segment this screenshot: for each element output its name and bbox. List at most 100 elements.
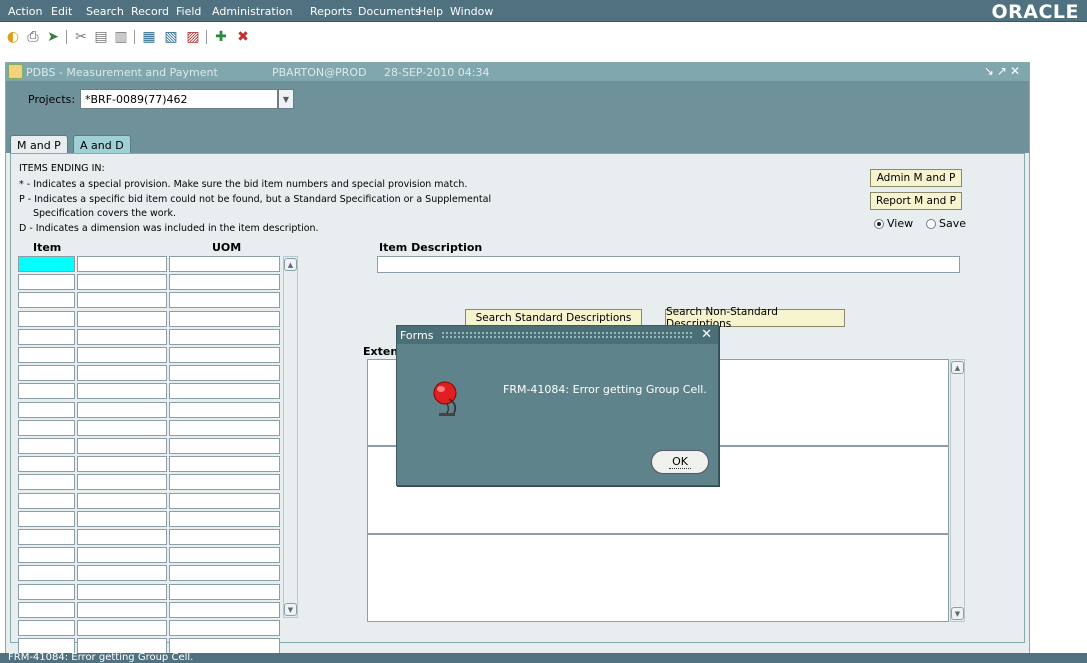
- item-detail-cell[interactable]: [77, 510, 167, 527]
- uom-cell[interactable]: [169, 419, 280, 436]
- item-cell[interactable]: [18, 529, 75, 545]
- projects-dropdown-button[interactable]: ▼: [278, 89, 294, 109]
- menu-edit[interactable]: Edit: [51, 5, 72, 18]
- item-cell[interactable]: [18, 547, 75, 564]
- item-detail-cell[interactable]: [77, 620, 167, 636]
- minimize-icon[interactable]: ↘: [984, 64, 997, 78]
- item-detail-cell[interactable]: [77, 638, 167, 655]
- menu-administration[interactable]: Administration: [212, 5, 293, 18]
- print-icon[interactable]: ⎙: [24, 28, 42, 46]
- items-grid-scrollbar[interactable]: ▲ ▼: [283, 256, 298, 618]
- uom-cell[interactable]: [169, 310, 280, 327]
- uom-cell[interactable]: [169, 510, 280, 527]
- uom-cell[interactable]: [169, 347, 280, 363]
- ok-button[interactable]: OK: [651, 450, 709, 474]
- uom-cell[interactable]: [169, 583, 280, 600]
- report-m-and-p-button[interactable]: Report M and P: [870, 192, 962, 210]
- item-cell[interactable]: [18, 474, 75, 491]
- item-cell[interactable]: [18, 601, 75, 618]
- item-cell[interactable]: [18, 383, 75, 400]
- tab-m-and-p[interactable]: M and P: [10, 135, 68, 153]
- exit-icon[interactable]: ➤: [44, 28, 62, 46]
- extended-description-field-3[interactable]: [367, 534, 949, 622]
- scroll-down-icon[interactable]: ▼: [284, 603, 297, 616]
- scroll-down-icon[interactable]: ▼: [951, 607, 964, 620]
- item-detail-cell[interactable]: [77, 438, 167, 454]
- menu-field[interactable]: Field: [176, 5, 201, 18]
- item-detail-cell[interactable]: [77, 474, 167, 491]
- dialog-close-icon[interactable]: ✕: [701, 327, 712, 342]
- menu-help[interactable]: Help: [418, 5, 443, 18]
- item-detail-cell[interactable]: [77, 310, 167, 327]
- menu-search[interactable]: Search: [86, 5, 124, 18]
- uom-cell[interactable]: [169, 620, 280, 636]
- item-detail-cell[interactable]: [77, 456, 167, 473]
- item-description-field[interactable]: [377, 256, 960, 273]
- item-cell[interactable]: [18, 365, 75, 382]
- close-icon[interactable]: ✕: [1010, 64, 1023, 78]
- item-detail-cell[interactable]: [77, 365, 167, 382]
- tab-a-and-d[interactable]: A and D: [73, 135, 131, 153]
- item-cell[interactable]: [18, 419, 75, 436]
- uom-cell[interactable]: [169, 565, 280, 582]
- item-cell[interactable]: [18, 401, 75, 418]
- uom-cell[interactable]: [169, 547, 280, 564]
- view-radio[interactable]: View: [874, 217, 913, 230]
- uom-cell[interactable]: [169, 456, 280, 473]
- item-detail-cell[interactable]: [77, 274, 167, 291]
- extended-scrollbar[interactable]: ▲ ▼: [950, 359, 965, 622]
- cut-icon[interactable]: ✂: [72, 28, 90, 46]
- item-detail-cell[interactable]: [77, 601, 167, 618]
- item-cell[interactable]: [18, 310, 75, 327]
- enter-query-icon[interactable]: ▦: [140, 28, 158, 46]
- item-detail-cell[interactable]: [77, 401, 167, 418]
- paste-icon[interactable]: ▥: [112, 28, 130, 46]
- item-detail-cell[interactable]: [77, 419, 167, 436]
- scroll-up-icon[interactable]: ▲: [284, 258, 297, 271]
- uom-cell[interactable]: [169, 601, 280, 618]
- item-cell[interactable]: [18, 510, 75, 527]
- uom-cell[interactable]: [169, 492, 280, 509]
- uom-cell[interactable]: [169, 256, 280, 272]
- item-detail-cell[interactable]: [77, 292, 167, 309]
- item-detail-cell[interactable]: [77, 383, 167, 400]
- item-detail-cell[interactable]: [77, 529, 167, 545]
- item-cell[interactable]: [18, 565, 75, 582]
- copy-icon[interactable]: ▤: [92, 28, 110, 46]
- uom-cell[interactable]: [169, 274, 280, 291]
- item-detail-cell[interactable]: [77, 547, 167, 564]
- item-detail-cell[interactable]: [77, 256, 167, 272]
- item-cell[interactable]: [18, 456, 75, 473]
- uom-cell[interactable]: [169, 529, 280, 545]
- uom-cell[interactable]: [169, 638, 280, 655]
- item-cell[interactable]: [18, 638, 75, 655]
- delete-record-icon[interactable]: ✖: [234, 28, 252, 46]
- scroll-up-icon[interactable]: ▲: [951, 361, 964, 374]
- execute-query-icon[interactable]: ▧: [162, 28, 180, 46]
- menu-reports[interactable]: Reports: [310, 5, 352, 18]
- item-cell[interactable]: [18, 438, 75, 454]
- item-cell[interactable]: [18, 492, 75, 509]
- item-detail-cell[interactable]: [77, 583, 167, 600]
- item-cell[interactable]: [18, 620, 75, 636]
- item-detail-cell[interactable]: [77, 347, 167, 363]
- item-cell[interactable]: [18, 583, 75, 600]
- item-detail-cell[interactable]: [77, 565, 167, 582]
- admin-m-and-p-button[interactable]: Admin M and P: [870, 169, 962, 187]
- item-cell[interactable]: [18, 274, 75, 291]
- maximize-icon[interactable]: ↗: [997, 64, 1010, 78]
- uom-cell[interactable]: [169, 365, 280, 382]
- uom-cell[interactable]: [169, 383, 280, 400]
- item-cell[interactable]: [18, 256, 75, 272]
- uom-cell[interactable]: [169, 401, 280, 418]
- uom-cell[interactable]: [169, 328, 280, 345]
- item-detail-cell[interactable]: [77, 328, 167, 345]
- uom-cell[interactable]: [169, 292, 280, 309]
- save-radio[interactable]: Save: [926, 217, 966, 230]
- uom-cell[interactable]: [169, 438, 280, 454]
- item-cell[interactable]: [18, 292, 75, 309]
- menu-window[interactable]: Window: [450, 5, 493, 18]
- projects-field[interactable]: *BRF-0089(77)462: [80, 89, 278, 109]
- menu-record[interactable]: Record: [131, 5, 169, 18]
- insert-record-icon[interactable]: ✚: [212, 28, 230, 46]
